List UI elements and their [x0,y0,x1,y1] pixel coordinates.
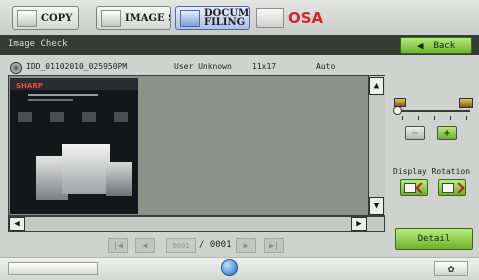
scanner-icon [101,9,121,27]
zoom-tick [450,116,451,120]
scroll-down-button[interactable]: ▼ [369,197,384,215]
display-rotation-label: Display Rotation [393,167,471,176]
zoom-in-button[interactable]: + [437,126,457,140]
tab-copy-label: COPY [41,12,73,24]
triangle-left-icon: ◀ [14,219,20,229]
rotate-left-button[interactable] [400,179,428,196]
rotate-right-button[interactable] [438,179,466,196]
globe-icon[interactable] [221,259,238,276]
document-thumbnail: SHARP [10,78,138,214]
triangle-up-icon: ▲ [373,81,380,91]
last-page-icon: ▶| [269,241,279,250]
file-user: User Unknown [174,62,232,71]
next-page-icon: ▶ [243,241,249,250]
page-number-field[interactable]: 0001 [166,238,196,253]
page-total: / 0001 [199,240,232,250]
file-color-mode: Auto [316,62,336,71]
tab-document-filing-label: DOCUMENT FILING [204,9,249,28]
triangle-right-icon: ▶ [356,219,362,229]
detail-button[interactable]: Detail [395,228,473,250]
zoom-slider-handle[interactable] [393,106,402,115]
tab-document-filing[interactable]: DOCUMENT FILING [175,6,250,30]
zoom-out-button[interactable]: − [405,126,425,140]
file-paper-size: 11x17 [252,62,277,71]
vertical-scrollbar[interactable] [368,76,385,215]
copier-icon [17,9,37,27]
next-page-button[interactable]: ▶ [236,238,256,253]
file-type-icon [10,62,22,74]
first-page-icon: |◀ [113,241,123,250]
folder-icon [180,9,200,27]
last-page-button[interactable]: ▶| [264,238,284,253]
scroll-right-button[interactable]: ▶ [351,217,367,231]
tab-image-send[interactable]: IMAGE SEND [96,6,171,30]
zoom-tick [466,116,467,120]
settings-button[interactable]: ✿ [434,261,468,276]
tab-image-send-label: IMAGE SEND [125,12,170,24]
previous-page-button[interactable]: ◀ [135,238,155,253]
scroll-left-button[interactable]: ◀ [9,217,25,231]
zoom-tick [434,116,435,120]
page-title: Image Check [8,39,68,49]
horizontal-scrollbar[interactable] [8,216,385,232]
status-message-field [8,262,98,275]
scroll-up-button[interactable]: ▲ [369,77,384,95]
tab-document-filing-label-line2: FILING [204,17,246,28]
osa-icon [256,8,284,28]
rotate-right-icon [441,181,465,194]
arrow-left-icon: ◀ [416,39,424,52]
tab-osa[interactable]: OSA [256,6,336,30]
file-info-bar: IDD_01102010_025950PM User Unknown 11x17… [10,61,370,75]
gear-icon: ✿ [447,262,455,275]
first-page-button[interactable]: |◀ [108,238,128,253]
triangle-down-icon: ▼ [373,201,380,211]
zoom-tick [402,116,403,120]
previous-page-icon: ◀ [142,241,148,250]
back-button[interactable]: ◀ Back [400,37,472,54]
zoom-tick [418,116,419,120]
zoom-slider[interactable] [395,110,470,112]
tab-osa-label: OSA [288,9,324,27]
tab-copy[interactable]: COPY [12,6,79,30]
back-button-label: Back [433,40,456,51]
image-large-icon [459,98,473,108]
brand-logo: SHARP [16,82,43,90]
file-name: IDD_01102010_025950PM [26,62,128,71]
rotate-left-icon [403,181,427,194]
